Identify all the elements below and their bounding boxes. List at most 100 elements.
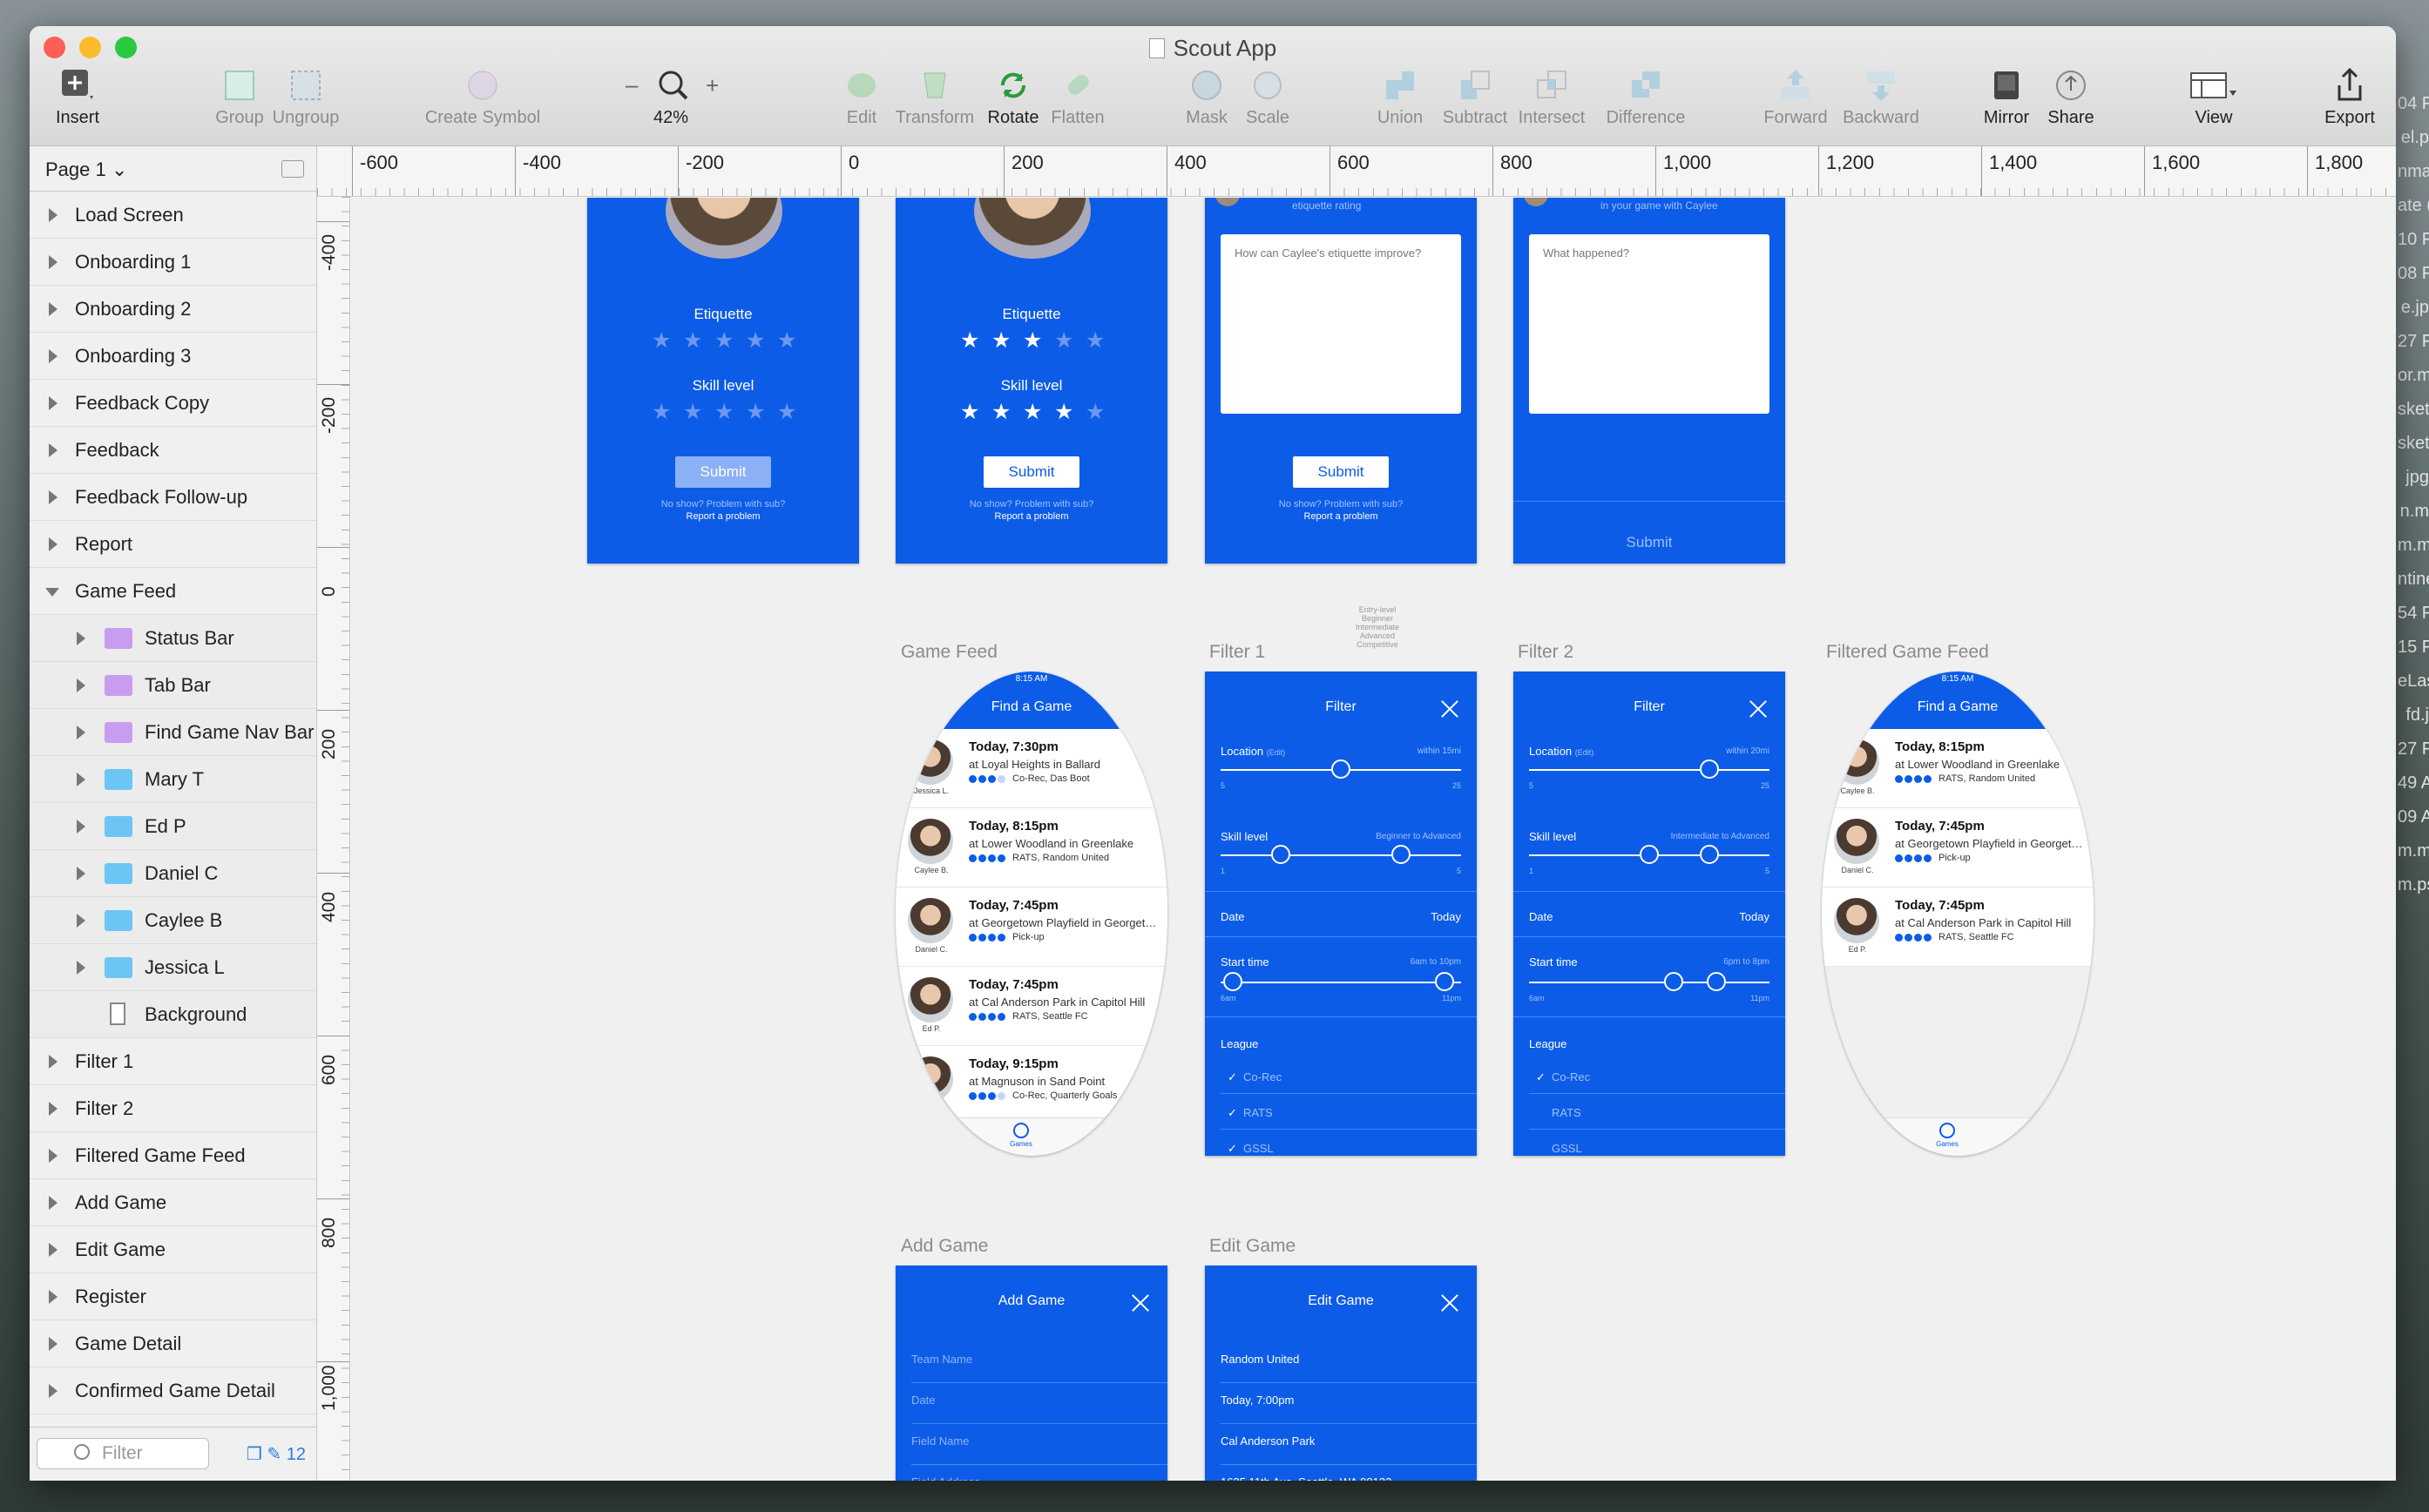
slider-knob[interactable] — [1271, 845, 1290, 864]
view-button[interactable]: View — [2166, 68, 2262, 128]
layer-game-feed[interactable]: Game Feed — [30, 568, 316, 615]
artboard-edit-game[interactable]: Edit Game Random United Today, 7:00pm Cal … — [1205, 1266, 1477, 1481]
game-list-item[interactable]: Caylee B. Today, 8:15pm at Lower Woodland … — [896, 808, 1167, 888]
disclosure-icon[interactable] — [49, 1196, 58, 1210]
slider-knob[interactable] — [1707, 972, 1727, 991]
disclosure-open-icon[interactable] — [45, 588, 59, 597]
star-empty-icon[interactable]: ★ — [746, 402, 765, 423]
share-button[interactable]: Share — [2023, 68, 2119, 128]
form-field[interactable]: Cal Anderson Park — [1221, 1434, 1315, 1448]
disclosure-icon[interactable] — [49, 208, 58, 222]
star-empty-icon[interactable]: ★ — [1086, 330, 1105, 352]
star-empty-icon[interactable]: ★ — [714, 330, 734, 352]
disclosure-icon[interactable] — [49, 1055, 58, 1069]
star-filled-icon[interactable]: ★ — [1023, 402, 1042, 423]
submit-button[interactable]: Submit — [984, 456, 1079, 488]
tab-profile[interactable]: Profile — [2012, 1123, 2064, 1148]
skill-slider[interactable] — [1529, 845, 1769, 864]
form-field[interactable]: Random United — [1221, 1353, 1299, 1366]
layer-status-bar[interactable]: Status Bar — [30, 615, 316, 662]
layer-ed-p[interactable]: Ed P — [30, 803, 316, 850]
layer-feedback-copy[interactable]: Feedback Copy — [30, 380, 316, 427]
disclosure-icon[interactable] — [77, 678, 85, 692]
disclosure-icon[interactable] — [49, 1337, 58, 1351]
submit-button[interactable]: Submit — [1293, 456, 1389, 488]
edit-location-link[interactable]: (Edit) — [1267, 748, 1286, 757]
slider-knob[interactable] — [1434, 972, 1454, 991]
disclosure-icon[interactable] — [49, 537, 58, 551]
slider-knob[interactable] — [1331, 759, 1350, 779]
form-field[interactable]: Date — [911, 1394, 935, 1407]
league-option[interactable]: ✓ Co-Rec — [1228, 1070, 1282, 1084]
star-empty-icon[interactable]: ★ — [683, 402, 702, 423]
layer-feedback-follow-up[interactable]: Feedback Follow-up — [30, 474, 316, 521]
disclosure-icon[interactable] — [49, 255, 58, 269]
game-list-item[interactable]: Ed P. Today, 7:45pm at Cal Anderson Park i… — [1822, 888, 2094, 967]
disclosure-icon[interactable] — [49, 302, 58, 316]
star-empty-icon[interactable]: ★ — [777, 402, 796, 423]
artboard-game-feed[interactable]: ●●●●● 8:15 AM 100% + Find a Game Jessica L… — [896, 672, 1167, 1156]
layer-filtered-game-feed[interactable]: Filtered Game Feed — [30, 1132, 316, 1179]
form-field[interactable]: 1635 11th Ave, Seattle, WA 98122 — [1221, 1475, 1391, 1481]
form-field[interactable]: Field Name — [911, 1434, 969, 1448]
artboard-filter-2[interactable]: Filter Location (Edit) within 20mi 5 25 Skill… — [1513, 672, 1785, 1156]
artboard-report[interactable]: in your game with Caylee What happened? … — [1513, 198, 1785, 564]
filter-icon[interactable] — [2060, 699, 2083, 717]
form-field[interactable]: Today, 7:00pm — [1221, 1394, 1294, 1407]
star-empty-icon[interactable]: ★ — [652, 330, 671, 352]
zoom-control[interactable]: – + 42% — [610, 68, 732, 128]
form-field[interactable]: Team Name — [911, 1353, 972, 1366]
layer-register[interactable]: Register — [30, 1273, 316, 1320]
layer-tab-bar[interactable]: Tab Bar — [30, 662, 316, 709]
layer-feedback[interactable]: Feedback — [30, 427, 316, 474]
league-option[interactable]: ✓ GSSL — [1228, 1142, 1274, 1156]
disclosure-icon[interactable] — [49, 1384, 58, 1398]
layer-caylee-b[interactable]: Caylee B — [30, 897, 316, 944]
tab-notifications[interactable]: Notifications — [904, 1123, 957, 1148]
backward-button[interactable]: Backward — [1833, 68, 1929, 128]
location-slider[interactable] — [1221, 759, 1461, 779]
report-problem-link[interactable]: Report a problem — [1205, 511, 1477, 522]
league-option[interactable]: ✓ RATS — [1228, 1106, 1273, 1120]
layer-find-game-nav-bar[interactable]: Find Game Nav Bar — [30, 709, 316, 756]
slider-knob[interactable] — [1663, 972, 1683, 991]
tab-games[interactable]: Games — [995, 1123, 1047, 1148]
layer-filter-1[interactable]: Filter 1 — [30, 1038, 316, 1085]
close-icon[interactable] — [1749, 699, 1768, 719]
game-list-item[interactable]: Jessica L. Today, 7:30pm at Loyal Heights … — [896, 729, 1167, 808]
layer-add-game[interactable]: Add Game — [30, 1179, 316, 1226]
slider-knob[interactable] — [1700, 845, 1719, 864]
game-list-item[interactable]: Ed P. Today, 7:45pm at Cal Anderson Park i… — [896, 967, 1167, 1046]
game-list-item[interactable]: Daniel C. Today, 7:45pm at Georgetown Play… — [1822, 808, 2094, 888]
layer-edit-game[interactable]: Edit Game — [30, 1226, 316, 1273]
star-filled-icon[interactable]: ★ — [960, 330, 979, 352]
location-slider[interactable] — [1529, 759, 1769, 779]
star-filled-icon[interactable]: ★ — [1054, 402, 1073, 423]
disclosure-icon[interactable] — [77, 726, 85, 739]
star-filled-icon[interactable]: ★ — [1023, 330, 1042, 352]
layer-onboarding-3[interactable]: Onboarding 3 — [30, 333, 316, 380]
star-filled-icon[interactable]: ★ — [991, 330, 1011, 352]
star-empty-icon[interactable]: ★ — [1054, 330, 1073, 352]
form-field[interactable]: Field Address — [911, 1475, 980, 1481]
filter-icon[interactable] — [1134, 699, 1157, 717]
report-problem-link[interactable]: Report a problem — [896, 511, 1167, 522]
horizontal-ruler[interactable]: -600 -400 -200 0 200 400 600 800 1,000 1,200 1,400… — [317, 146, 2396, 197]
layer-game-detail[interactable]: Game Detail — [30, 1320, 316, 1367]
submit-button[interactable]: Submit — [1513, 534, 1785, 551]
layer-onboarding-2[interactable]: Onboarding 2 — [30, 286, 316, 333]
layer-daniel-c[interactable]: Daniel C — [30, 850, 316, 897]
ungroup-button[interactable]: Ungroup — [258, 68, 354, 128]
etiquette-feedback-input[interactable]: How can Caylee's etiquette improve? — [1221, 234, 1461, 414]
layer-jessica-l[interactable]: Jessica L — [30, 944, 316, 991]
game-list-item[interactable]: Caylee B. Today, 8:15pm at Lower Woodland … — [1822, 729, 2094, 808]
tab-games[interactable]: Games — [1921, 1123, 1973, 1148]
tab-profile[interactable]: Profile — [1086, 1123, 1138, 1148]
disclosure-icon[interactable] — [77, 773, 85, 786]
slider-knob[interactable] — [1222, 972, 1242, 991]
create-symbol-button[interactable]: Create Symbol — [413, 68, 552, 128]
slider-knob[interactable] — [1391, 845, 1411, 864]
disclosure-icon[interactable] — [49, 1243, 58, 1257]
star-empty-icon[interactable]: ★ — [652, 402, 671, 423]
disclosure-icon[interactable] — [49, 1149, 58, 1163]
